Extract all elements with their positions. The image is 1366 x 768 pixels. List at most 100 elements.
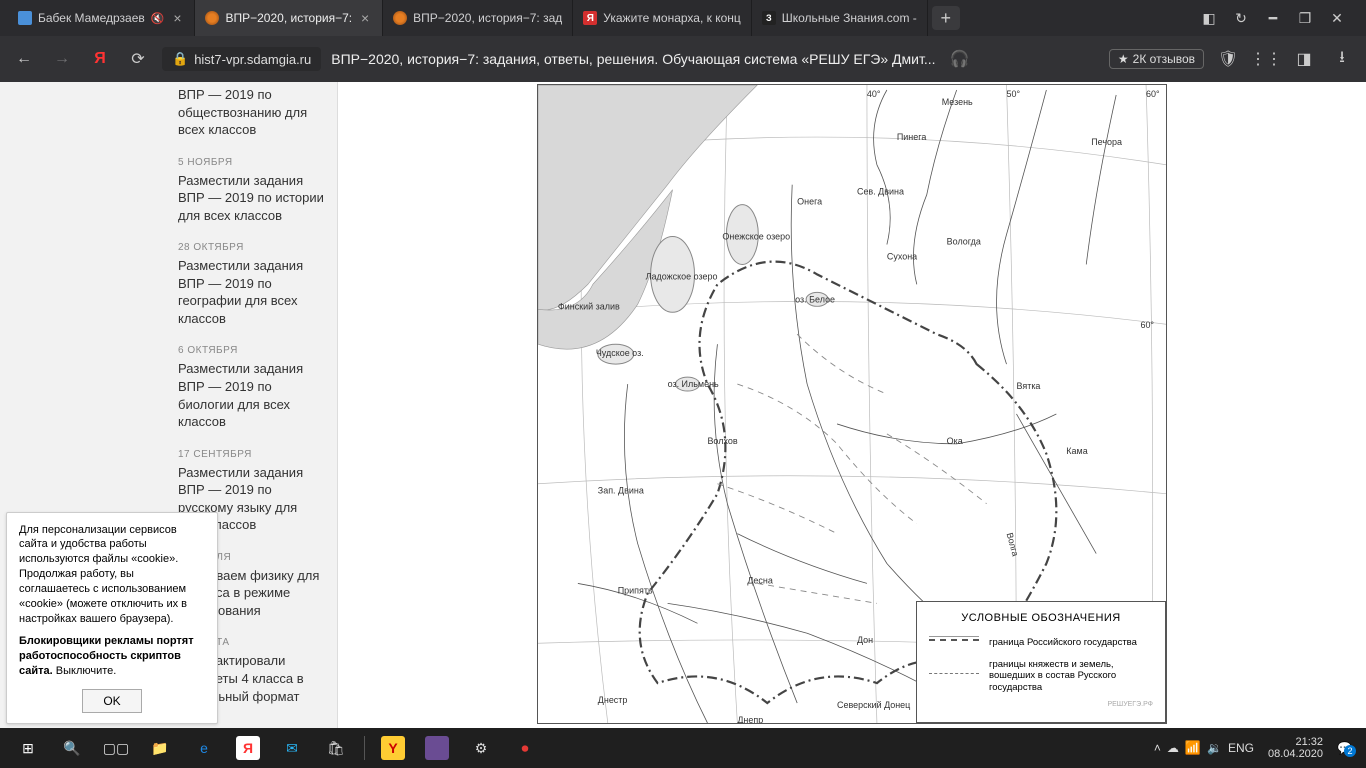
panel-icon[interactable]: ◧ — [1200, 9, 1218, 27]
tab-favicon-icon — [18, 11, 32, 25]
svg-text:Кама: Кама — [1066, 446, 1087, 456]
browser-tab[interactable]: З Школьные Знания.com - — [752, 0, 928, 36]
start-button[interactable]: ⊞ — [6, 728, 50, 768]
taskbar-app-store[interactable]: 🛍 — [314, 728, 358, 768]
browser-tab[interactable]: Я Укажите монарха, к конц — [573, 0, 751, 36]
browser-tab[interactable]: Бабек Мамедрзаев 🔇 × — [8, 0, 195, 36]
notification-badge: 2 — [1344, 745, 1356, 757]
svg-text:Печора: Печора — [1091, 137, 1122, 147]
svg-text:Волхов: Волхов — [707, 436, 737, 446]
cookie-text: Для персонализации сервисов сайта и удоб… — [19, 523, 205, 627]
search-button[interactable]: 🔍 — [50, 728, 94, 768]
headphones-icon[interactable]: 🎧 — [946, 45, 974, 73]
tab-label: ВПР−2020, история−7: зад — [413, 11, 562, 25]
minimize-window-icon[interactable]: ━ — [1264, 9, 1282, 27]
news-text: Разместили задания ВПР — 2019 по биологи… — [178, 360, 325, 430]
svg-text:Вятка: Вятка — [1016, 381, 1040, 391]
taskbar-app-yandex-browser[interactable]: Y — [371, 728, 415, 768]
news-item[interactable]: 6 ОКТЯБРЯ Разместили задания ВПР — 2019 … — [178, 345, 325, 430]
map-legend: УСЛОВНЫЕ ОБОЗНАЧЕНИЯ граница Российского… — [916, 601, 1166, 723]
contour-map: 30° 40° 50° 60° 60° 60° — [537, 84, 1167, 724]
back-button[interactable]: ← — [10, 45, 38, 73]
svg-text:Ока: Ока — [947, 436, 963, 446]
close-window-icon[interactable]: ✕ — [1328, 9, 1346, 27]
taskbar-app-yandex[interactable]: Я — [226, 728, 270, 768]
news-date: 5 НОЯБРЯ — [178, 157, 325, 168]
svg-text:Ладожское озеро: Ладожское озеро — [646, 271, 718, 281]
tray-notifications-icon[interactable]: 💬 2 — [1337, 741, 1352, 755]
sidebar-toggle-icon[interactable]: ◨ — [1290, 45, 1318, 73]
cookie-notice: Для персонализации сервисов сайта и удоб… — [6, 512, 218, 724]
tray-chevron-up-icon[interactable]: ˄ — [1154, 741, 1161, 755]
svg-text:Северский Донец: Северский Донец — [837, 700, 910, 710]
extensions-icon[interactable]: ⋮⋮ — [1252, 45, 1280, 73]
legend-row: границы княжеств и земель, вошедших в со… — [929, 659, 1153, 693]
task-view-button[interactable]: ▢▢ — [94, 728, 138, 768]
tray-onedrive-icon[interactable]: ☁ — [1167, 741, 1179, 755]
svg-text:оз. Белое: оз. Белое — [795, 294, 835, 304]
tab-close-icon[interactable]: × — [170, 11, 184, 25]
tab-favicon-icon: З — [762, 11, 776, 25]
legend-title: УСЛОВНЫЕ ОБОЗНАЧЕНИЯ — [929, 612, 1153, 624]
news-item[interactable]: ВПР — 2019 по обществознанию для всех кл… — [178, 86, 325, 139]
map-container: 30° 40° 50° 60° 60° 60° — [338, 82, 1366, 728]
svg-text:Сев. Двина: Сев. Двина — [857, 187, 904, 197]
reviews-chip[interactable]: ★ 2К отзывов — [1109, 49, 1204, 69]
news-date: 6 ОКТЯБРЯ — [178, 345, 325, 356]
yandex-logo-icon[interactable]: Я — [86, 45, 114, 73]
downloads-icon[interactable]: ⭳ — [1328, 45, 1356, 73]
legend-text: граница Российского государства — [989, 637, 1137, 648]
svg-text:Волга: Волга — [1005, 532, 1021, 558]
svg-text:Припять: Припять — [618, 585, 653, 595]
svg-text:50°: 50° — [1007, 89, 1021, 99]
tab-close-icon[interactable]: × — [358, 11, 372, 25]
window-controls: ◧ ↻ ━ ❐ ✕ — [1188, 0, 1358, 36]
legend-row: граница Российского государства — [929, 634, 1153, 651]
tray-language[interactable]: ENG — [1228, 741, 1254, 755]
taskbar-app-edge[interactable]: e — [182, 728, 226, 768]
svg-text:Вологда: Вологда — [947, 237, 981, 247]
tab-favicon-icon — [205, 11, 219, 25]
svg-text:Сухона: Сухона — [887, 251, 917, 261]
browser-tab[interactable]: ВПР−2020, история−7: × — [195, 0, 383, 36]
svg-text:Дон: Дон — [857, 635, 873, 645]
svg-text:Зап. Двина: Зап. Двина — [598, 486, 644, 496]
page-title: ВПР−2020, история−7: задания, ответы, ре… — [331, 51, 935, 67]
taskbar-app-generic[interactable] — [415, 728, 459, 768]
reload-button[interactable]: ⟳ — [124, 45, 152, 73]
history-icon[interactable]: ↻ — [1232, 9, 1250, 27]
news-text: Разместили задания ВПР — 2019 по истории… — [178, 172, 325, 225]
taskbar-app-mail[interactable]: ✉ — [270, 728, 314, 768]
cookie-ok-button[interactable]: OK — [82, 689, 141, 713]
svg-text:Десна: Десна — [747, 575, 773, 585]
browser-tab[interactable]: ВПР−2020, история−7: зад — [383, 0, 573, 36]
svg-text:Мезень: Мезень — [942, 97, 973, 107]
site-security-chip[interactable]: 🔒 hist7-vpr.sdamgia.ru — [162, 47, 321, 71]
taskbar-app-record[interactable]: ⏺ — [503, 728, 547, 768]
tab-label: Укажите монарха, к конц — [603, 11, 740, 25]
news-item[interactable]: 5 НОЯБРЯ Разместили задания ВПР — 2019 п… — [178, 157, 325, 225]
new-tab-button[interactable]: + — [932, 6, 960, 30]
star-icon: ★ — [1118, 52, 1129, 66]
news-text: Разместили задания ВПР — 2019 по географ… — [178, 257, 325, 327]
browser-tab-strip: Бабек Мамедрзаев 🔇 × ВПР−2020, история−7… — [0, 0, 1366, 36]
maximize-window-icon[interactable]: ❐ — [1296, 9, 1314, 27]
tab-muted-icon[interactable]: 🔇 — [151, 12, 165, 25]
svg-text:40°: 40° — [867, 89, 881, 99]
news-date: 28 ОКТЯБРЯ — [178, 242, 325, 253]
svg-text:Днепр: Днепр — [737, 715, 763, 723]
tab-label: Бабек Мамедрзаев — [38, 11, 145, 25]
tray-clock[interactable]: 21:32 08.04.2020 — [1260, 736, 1331, 760]
shield-icon[interactable]: 🛡 — [1214, 45, 1242, 73]
tab-favicon-icon — [393, 11, 407, 25]
svg-text:Пинега: Пинега — [897, 132, 926, 142]
svg-text:60°: 60° — [1146, 89, 1160, 99]
svg-text:Чудское оз.: Чудское оз. — [596, 348, 644, 358]
tray-volume-icon[interactable]: 🔉 — [1207, 741, 1222, 755]
taskbar-app-file-explorer[interactable]: 📁 — [138, 728, 182, 768]
tray-network-icon[interactable]: 📶 — [1185, 740, 1201, 756]
news-text: ВПР — 2019 по обществознанию для всех кл… — [178, 86, 325, 139]
taskbar-app-settings[interactable]: ⚙ — [459, 728, 503, 768]
news-item[interactable]: 28 ОКТЯБРЯ Разместили задания ВПР — 2019… — [178, 242, 325, 327]
reviews-count: 2К отзывов — [1133, 52, 1195, 66]
